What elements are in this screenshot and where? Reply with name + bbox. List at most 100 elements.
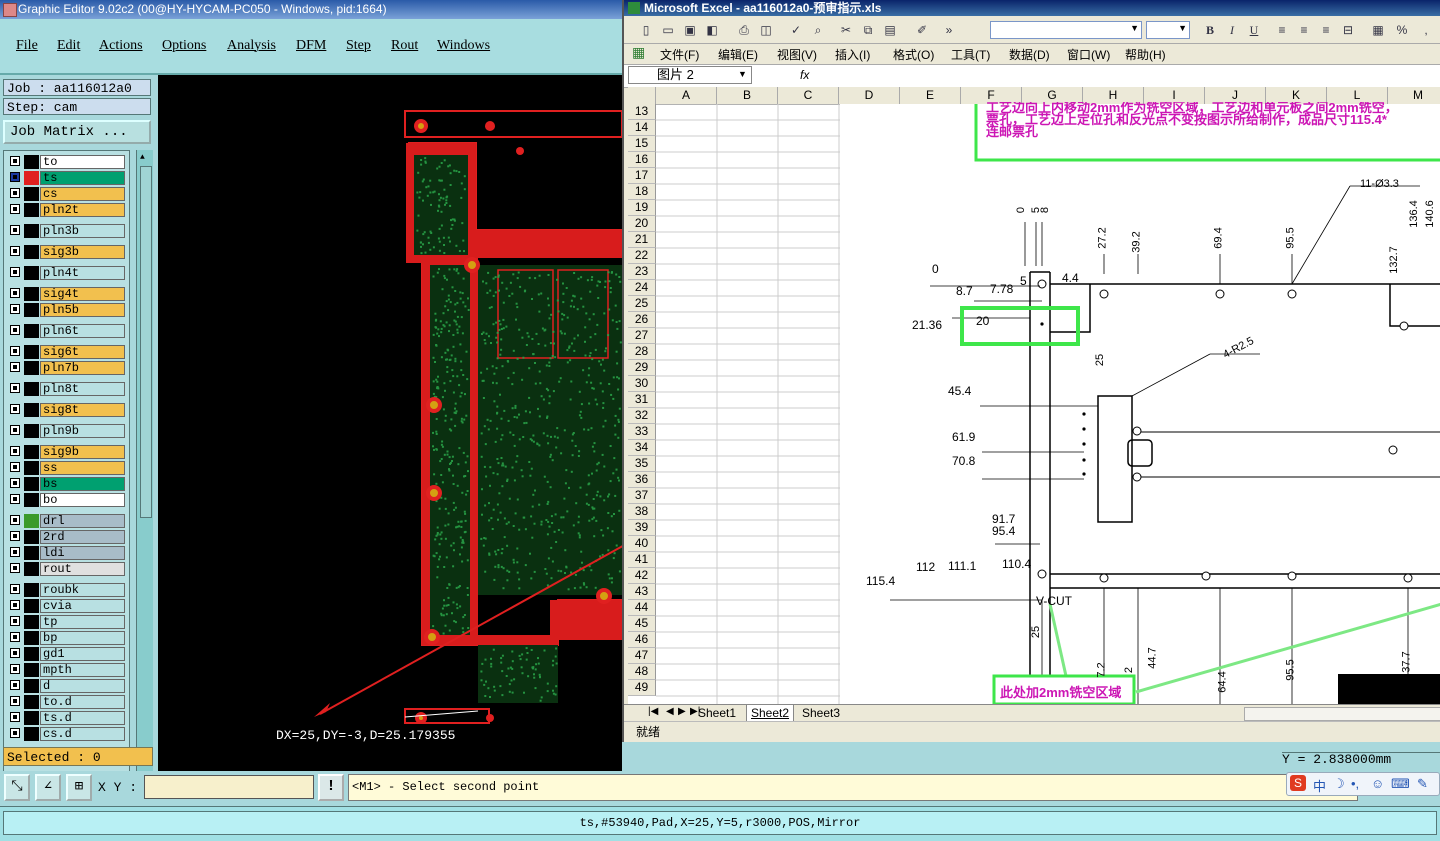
layer-checkbox[interactable]: [10, 446, 20, 456]
row-header[interactable]: 18: [628, 184, 656, 200]
layer-row[interactable]: cs: [4, 186, 129, 202]
ime-toolbar[interactable]: S 中 ☽ •, ☺ ⌨ ✎: [1286, 772, 1440, 796]
layer-name[interactable]: pln6t: [40, 324, 125, 338]
italic-icon[interactable]: I: [1224, 22, 1240, 38]
tab-sheet3[interactable]: Sheet3: [798, 705, 844, 721]
row-header[interactable]: 19: [628, 200, 656, 216]
underline-icon[interactable]: U: [1246, 22, 1262, 38]
xl-menu-insert[interactable]: 插入(I): [835, 46, 870, 63]
layer-swatch[interactable]: [24, 382, 39, 396]
layer-checkbox[interactable]: [10, 346, 20, 356]
layer-swatch[interactable]: [24, 187, 39, 201]
layer-row[interactable]: ss: [4, 460, 129, 476]
layer-swatch[interactable]: [24, 424, 39, 438]
menu-actions[interactable]: Actions: [99, 38, 143, 54]
row-header[interactable]: 14: [628, 120, 656, 136]
row-header[interactable]: 43: [628, 584, 656, 600]
row-header[interactable]: 24: [628, 280, 656, 296]
zoom-tool-icon[interactable]: ⤡: [4, 774, 30, 801]
layer-swatch[interactable]: [24, 647, 39, 661]
row-header[interactable]: 44: [628, 600, 656, 616]
open-file-icon[interactable]: ▭: [660, 22, 676, 38]
layer-checkbox[interactable]: [10, 478, 20, 488]
row-header[interactable]: 16: [628, 152, 656, 168]
layer-row[interactable]: d: [4, 678, 129, 694]
size-dropdown-icon[interactable]: ▼: [1178, 23, 1187, 33]
layer-checkbox[interactable]: [10, 728, 20, 738]
layer-row[interactable]: pln5b: [4, 302, 129, 318]
layer-checkbox[interactable]: [10, 494, 20, 504]
layer-name[interactable]: sig4t: [40, 287, 125, 301]
layer-swatch[interactable]: [24, 361, 39, 375]
layer-name[interactable]: mpth: [40, 663, 125, 677]
xl-menu-window[interactable]: 窗口(W): [1067, 46, 1110, 63]
layer-name[interactable]: pln9b: [40, 424, 125, 438]
name-box-dropdown-icon[interactable]: ▼: [738, 69, 747, 79]
layer-row[interactable]: to.d: [4, 694, 129, 710]
align-left-icon[interactable]: ≡: [1274, 22, 1290, 38]
layer-name[interactable]: sig9b: [40, 445, 125, 459]
layer-name[interactable]: bp: [40, 631, 125, 645]
layer-row[interactable]: sig4t: [4, 286, 129, 302]
merge-center-icon[interactable]: ⊟: [1340, 22, 1356, 38]
row-header[interactable]: 34: [628, 440, 656, 456]
name-box[interactable]: 图片 2: [628, 66, 752, 84]
layer-swatch[interactable]: [24, 583, 39, 597]
tab-next-icon[interactable]: ▶: [678, 706, 686, 717]
layer-row[interactable]: tp: [4, 614, 129, 630]
layer-checkbox[interactable]: [10, 246, 20, 256]
column-header-e[interactable]: E: [900, 87, 961, 104]
layer-checkbox[interactable]: [10, 712, 20, 722]
alert-icon[interactable]: !: [318, 774, 344, 801]
layer-row[interactable]: bo: [4, 492, 129, 508]
row-header[interactable]: 22: [628, 248, 656, 264]
ime-mode-icon[interactable]: 中: [1313, 776, 1326, 795]
layer-swatch[interactable]: [24, 287, 39, 301]
layer-checkbox[interactable]: [10, 204, 20, 214]
layer-checkbox[interactable]: [10, 156, 20, 166]
layer-swatch[interactable]: [24, 403, 39, 417]
layer-row[interactable]: bp: [4, 630, 129, 646]
xl-menu-tools[interactable]: 工具(T): [951, 46, 990, 63]
layer-row[interactable]: cs.d: [4, 726, 129, 742]
layer-name[interactable]: tp: [40, 615, 125, 629]
layer-checkbox[interactable]: [10, 616, 20, 626]
currency-icon[interactable]: ▦: [1370, 22, 1386, 38]
row-header[interactable]: 46: [628, 632, 656, 648]
select-all-corner[interactable]: [628, 87, 656, 104]
layer-row[interactable]: ts.d: [4, 710, 129, 726]
layer-checkbox[interactable]: [10, 225, 20, 235]
layer-checkbox[interactable]: [10, 362, 20, 372]
layer-name[interactable]: pln4t: [40, 266, 125, 280]
layer-row[interactable]: sig8t: [4, 402, 129, 418]
layer-checkbox[interactable]: [10, 288, 20, 298]
row-header[interactable]: 26: [628, 312, 656, 328]
align-center-icon[interactable]: ≡: [1296, 22, 1312, 38]
format-painter-icon[interactable]: ✐: [914, 22, 930, 38]
layer-name[interactable]: bs: [40, 477, 125, 491]
xy-input[interactable]: [144, 775, 314, 799]
column-header-d[interactable]: D: [839, 87, 900, 104]
worksheet-grid[interactable]: ABCDEFGHIJKLM 13 14 15 16 17 18 19 20 21 22 23 24 25…: [628, 87, 1440, 704]
row-header[interactable]: 45: [628, 616, 656, 632]
cut-icon[interactable]: ✂: [838, 22, 854, 38]
print-icon[interactable]: ⎙: [736, 22, 752, 38]
spelling-icon[interactable]: ✓: [788, 22, 804, 38]
align-right-icon[interactable]: ≡: [1318, 22, 1334, 38]
row-header[interactable]: 38: [628, 504, 656, 520]
layer-name[interactable]: bo: [40, 493, 125, 507]
layer-swatch[interactable]: [24, 514, 39, 528]
font-name-select[interactable]: ▼: [990, 21, 1142, 39]
layer-row[interactable]: ts: [4, 170, 129, 186]
bold-icon[interactable]: B: [1202, 22, 1218, 38]
layer-name[interactable]: drl: [40, 514, 125, 528]
layer-checkbox[interactable]: [10, 325, 20, 335]
row-header[interactable]: 20: [628, 216, 656, 232]
row-header[interactable]: 17: [628, 168, 656, 184]
paste-icon[interactable]: ▤: [882, 22, 898, 38]
layer-checkbox[interactable]: [10, 600, 20, 610]
row-header[interactable]: 15: [628, 136, 656, 152]
row-header[interactable]: 36: [628, 472, 656, 488]
layer-name[interactable]: pln3b: [40, 224, 125, 238]
snap-tool-icon[interactable]: ⊞: [66, 774, 92, 801]
